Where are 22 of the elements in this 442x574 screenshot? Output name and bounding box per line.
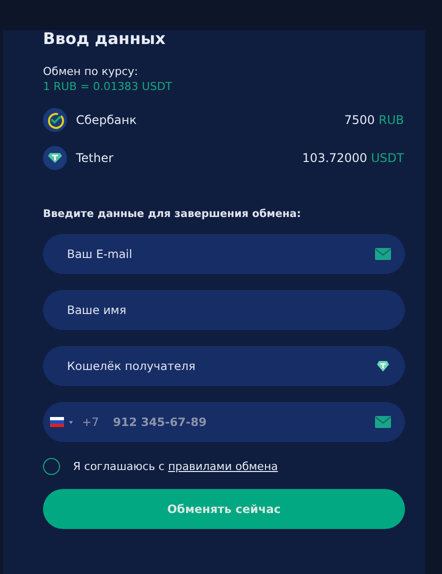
bank-logo-icon <box>43 108 67 132</box>
rate-label: Обмен по курсу: <box>43 64 140 79</box>
rules-link[interactable]: правилами обмена <box>168 460 278 473</box>
input-field[interactable]: Кошелёк получателя <box>43 346 405 386</box>
asset-amount: 103.72000 USDT <box>302 151 404 165</box>
caret-icon <box>69 420 73 424</box>
checkbox[interactable] <box>43 458 60 475</box>
flag-icon <box>50 417 64 427</box>
input-field[interactable]: Ваш E-mail <box>43 234 405 274</box>
section-title: Ввод данных <box>43 30 166 48</box>
asset-name: Сбербанк <box>76 113 138 127</box>
tether-icon <box>377 360 389 372</box>
asset-name: Tether <box>76 151 114 165</box>
envelope-icon <box>375 416 391 428</box>
dial-code: +7 <box>82 415 99 429</box>
agreement-text: Я соглашаюсь с правилами обмена <box>73 460 278 473</box>
envelope-icon <box>375 248 391 260</box>
rate-value: 1 RUB = 0.01383 USDT <box>43 79 174 94</box>
tether-icon <box>43 146 67 170</box>
form-heading: Введите данные для завершения обмена: <box>43 208 302 220</box>
asset-amount: 7500 RUB <box>344 113 404 127</box>
input-field[interactable]: Ваше имя <box>43 290 405 330</box>
